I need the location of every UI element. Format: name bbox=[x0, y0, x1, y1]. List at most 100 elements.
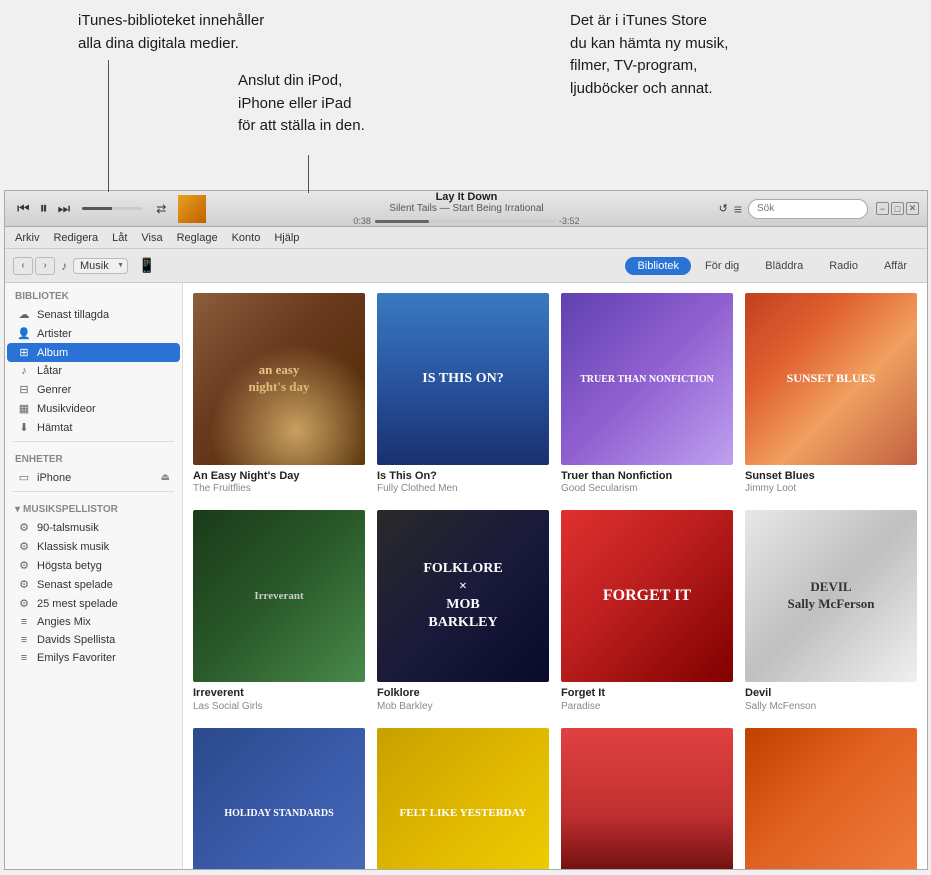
device-icon: 📱 bbox=[138, 257, 155, 274]
list-view-icon[interactable]: ≡ bbox=[734, 201, 742, 217]
volume-slider[interactable] bbox=[82, 207, 142, 210]
close-button[interactable]: ✕ bbox=[906, 202, 919, 215]
shuffle-icon[interactable]: ⇄ bbox=[156, 202, 166, 216]
album-artist-is-this-on: Fully Clothed Men bbox=[377, 483, 549, 494]
play-pause-button[interactable]: ⏸ bbox=[36, 198, 52, 220]
sidebar-item-downloaded[interactable]: ⬇ Hämtat bbox=[7, 418, 180, 437]
album-item-folklore[interactable]: FOLKLORE×MOBBARKLEYFolkloreMob Barkley bbox=[377, 510, 549, 711]
album-item-felt-like[interactable]: FELT LIKE YESTERDAYFelt Like YesterdaySc… bbox=[377, 728, 549, 869]
genres-icon: ⊟ bbox=[17, 383, 31, 396]
library-selector-wrap: Musik bbox=[73, 258, 128, 274]
album-item-mountain[interactable]: Mountain HazeDesert Sound bbox=[745, 728, 917, 869]
library-section-header: Bibliotek bbox=[5, 283, 182, 305]
album-item-holiday[interactable]: HOLIDAY STANDARDSHoliday StandardsJimmy … bbox=[193, 728, 365, 869]
maximize-button[interactable]: □ bbox=[891, 202, 904, 215]
rewind-button[interactable]: ⏮ bbox=[13, 198, 34, 219]
album-cover-is-this-on: IS THIS ON? bbox=[377, 293, 549, 465]
progress-bar[interactable] bbox=[375, 220, 555, 223]
now-playing-thumbnail bbox=[178, 195, 206, 223]
album-item-truer[interactable]: TRUER THAN NONFICTIONTruer than Nonficti… bbox=[561, 293, 733, 494]
nav-tab-bibliotek[interactable]: Bibliotek bbox=[625, 257, 691, 275]
main-content: Bibliotek ☁ Senast tillagda 👤 Artister ⊞… bbox=[5, 283, 927, 869]
sidebar-item-90s[interactable]: ⚙ 90-talsmusik bbox=[7, 518, 180, 537]
sidebar-item-top-rated[interactable]: ⚙ Högsta betyg bbox=[7, 556, 180, 575]
music-videos-icon: ▦ bbox=[17, 402, 31, 415]
library-callout: iTunes-biblioteket innehåller alla dina … bbox=[78, 10, 264, 55]
library-selector[interactable]: Musik bbox=[73, 258, 128, 274]
nav-bar: ‹ › ♪ Musik 📱 BibliotekFör digBläddraRad… bbox=[5, 249, 927, 283]
menu-item-hjälp[interactable]: Hjälp bbox=[268, 230, 305, 246]
forward-arrow[interactable]: › bbox=[35, 257, 55, 275]
album-item-forget-it[interactable]: FORGET ITForget ItParadise bbox=[561, 510, 733, 711]
progress-bar-area: 0:38 -3:52 bbox=[353, 216, 579, 226]
album-artist-devil: Sally McFenson bbox=[745, 701, 917, 712]
menu-item-visa[interactable]: Visa bbox=[135, 230, 168, 246]
sidebar: Bibliotek ☁ Senast tillagda 👤 Artister ⊞… bbox=[5, 283, 183, 869]
fast-forward-button[interactable]: ⏭ bbox=[54, 198, 75, 219]
recently-added-label: Senast tillagda bbox=[37, 309, 109, 321]
now-playing-info: Lay It Down Silent Tails — Start Being I… bbox=[389, 191, 543, 214]
album-cover-devil: DEVILSally McFerson bbox=[745, 510, 917, 682]
iphone-device-icon: ▭ bbox=[17, 471, 31, 484]
nav-tab-bläddra[interactable]: Bläddra bbox=[753, 257, 815, 275]
sidebar-item-iphone[interactable]: ▭ iPhone ⏏ bbox=[7, 468, 180, 487]
nav-arrows: ‹ › bbox=[13, 257, 55, 275]
album-grid-container: an easynight's dayAn Easy Night's DayThe… bbox=[183, 283, 927, 869]
menu-item-låt[interactable]: Låt bbox=[106, 230, 133, 246]
playlist-list-icon-3: ≡ bbox=[17, 652, 31, 664]
nav-tab-radio[interactable]: Radio bbox=[817, 257, 870, 275]
album-item-easy-night[interactable]: an easynight's dayAn Easy Night's DayThe… bbox=[193, 293, 365, 494]
progress-fill bbox=[375, 220, 429, 223]
sidebar-item-recently-played[interactable]: ⚙ Senast spelade bbox=[7, 575, 180, 594]
artists-label: Artister bbox=[37, 328, 72, 340]
nav-tab-affär[interactable]: Affär bbox=[872, 257, 919, 275]
eject-button[interactable]: ⏏ bbox=[161, 472, 170, 483]
albums-icon: ⊞ bbox=[17, 346, 31, 359]
callout-line-library bbox=[108, 60, 109, 192]
now-playing-center: Lay It Down Silent Tails — Start Being I… bbox=[214, 191, 718, 226]
album-title-forget-it: Forget It bbox=[561, 686, 733, 700]
sidebar-item-emilys[interactable]: ≡ Emilys Favoriter bbox=[7, 649, 180, 667]
menu-item-konto[interactable]: Konto bbox=[226, 230, 267, 246]
playlists-header-label: Musikspellistor bbox=[23, 504, 118, 515]
songs-icon: ♪ bbox=[17, 365, 31, 377]
album-item-devil[interactable]: DEVILSally McFersonDevilSally McFenson bbox=[745, 510, 917, 711]
playlist-gear-icon-3: ⚙ bbox=[17, 559, 31, 572]
menu-item-redigera[interactable]: Redigera bbox=[47, 230, 104, 246]
nav-tab-för-dig[interactable]: För dig bbox=[693, 257, 751, 275]
search-input[interactable] bbox=[748, 199, 868, 219]
artists-icon: 👤 bbox=[17, 327, 31, 340]
nav-tabs: BibliotekFör digBläddraRadioAffär bbox=[625, 257, 919, 275]
album-cover-irreverent: Irreverant bbox=[193, 510, 365, 682]
sidebar-item-genres[interactable]: ⊟ Genrer bbox=[7, 380, 180, 399]
sidebar-item-songs[interactable]: ♪ Låtar bbox=[7, 362, 180, 380]
album-item-irreverent[interactable]: IrreverantIrreverentLas Social Girls bbox=[193, 510, 365, 711]
playlists-section-header[interactable]: ▾ Musikspellistor bbox=[5, 496, 182, 518]
album-item-is-this-on[interactable]: IS THIS ON?Is This On?Fully Clothed Men bbox=[377, 293, 549, 494]
sidebar-item-davids[interactable]: ≡ Davids Spellista bbox=[7, 631, 180, 649]
back-arrow[interactable]: ‹ bbox=[13, 257, 33, 275]
playlist-list-icon-1: ≡ bbox=[17, 616, 31, 628]
sidebar-item-25-most[interactable]: ⚙ 25 mest spelade bbox=[7, 594, 180, 613]
album-grid: an easynight's dayAn Easy Night's DayThe… bbox=[193, 293, 917, 869]
sidebar-item-klassisk[interactable]: ⚙ Klassisk musik bbox=[7, 537, 180, 556]
window-controls: − □ ✕ bbox=[876, 202, 919, 215]
repeat-icon[interactable]: ↺ bbox=[719, 202, 728, 215]
album-item-car[interactable]: Red DriveVarious Artists bbox=[561, 728, 733, 869]
album-artist-easy-night: The Fruitflies bbox=[193, 483, 365, 494]
sidebar-item-artists[interactable]: 👤 Artister bbox=[7, 324, 180, 343]
shuffle-area: ⇄ bbox=[156, 202, 170, 216]
album-artist-irreverent: Las Social Girls bbox=[193, 701, 365, 712]
sidebar-item-angies-mix[interactable]: ≡ Angies Mix bbox=[7, 613, 180, 631]
sidebar-item-music-videos[interactable]: ▦ Musikvideor bbox=[7, 399, 180, 418]
album-title-folklore: Folklore bbox=[377, 686, 549, 700]
menu-item-arkiv[interactable]: Arkiv bbox=[9, 230, 45, 246]
sidebar-divider-1 bbox=[13, 441, 174, 442]
klassisk-label: Klassisk musik bbox=[37, 541, 109, 553]
menu-bar: ArkivRedigeraLåtVisaReglageKontoHjälp bbox=[5, 227, 927, 249]
album-item-sunset-blues[interactable]: SUNSET BLUESSunset BluesJimmy Loot bbox=[745, 293, 917, 494]
minimize-button[interactable]: − bbox=[876, 202, 889, 215]
sidebar-item-recently-added[interactable]: ☁ Senast tillagda bbox=[7, 305, 180, 324]
menu-item-reglage[interactable]: Reglage bbox=[171, 230, 224, 246]
sidebar-item-albums[interactable]: ⊞ Album bbox=[7, 343, 180, 362]
